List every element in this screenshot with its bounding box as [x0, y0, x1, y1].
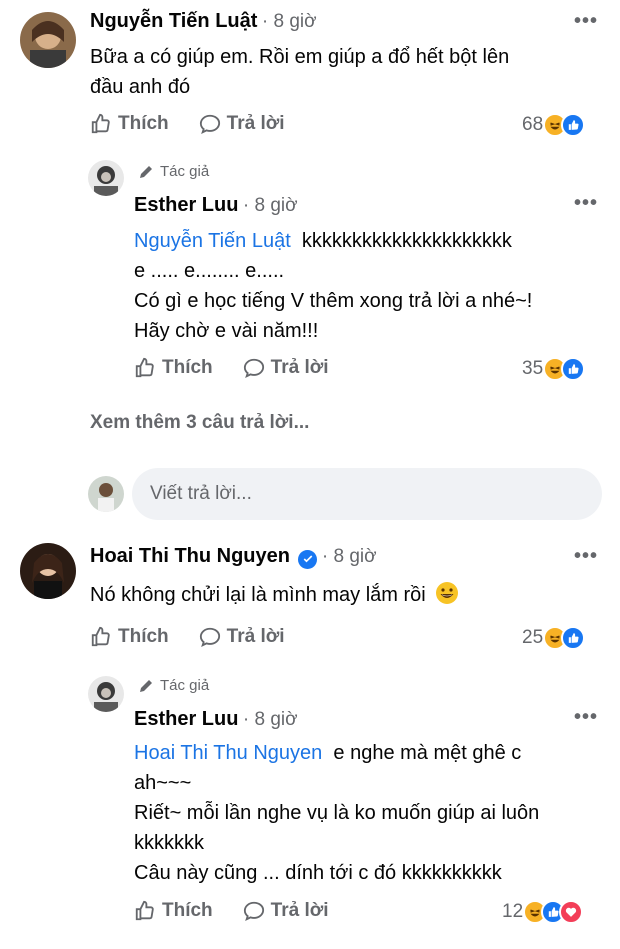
speech-bubble-icon [243, 901, 264, 921]
mention-link[interactable]: Nguyễn Tiến Luật [134, 230, 291, 252]
avatar[interactable] [88, 160, 124, 196]
author-badge: Tác giả [138, 677, 209, 694]
reaction-summary[interactable]: 12 [502, 900, 584, 924]
comment-author[interactable]: Esther Luu [134, 194, 238, 216]
like-icon [561, 357, 586, 381]
like-icon [561, 113, 586, 137]
reaction-summary[interactable]: 35 [522, 357, 586, 381]
grinning-emoji-icon [435, 581, 459, 605]
reaction-summary[interactable]: 25 [522, 626, 586, 650]
love-icon [559, 900, 584, 924]
mention-link[interactable]: Hoai Thi Thu Nguyen [134, 742, 322, 764]
more-options-icon[interactable]: ••• [574, 10, 598, 33]
thumbs-up-icon [135, 900, 154, 921]
reaction-summary[interactable]: 68 [522, 113, 586, 137]
author-badge: Tác giả [138, 163, 209, 180]
avatar[interactable] [20, 543, 76, 599]
avatar [88, 476, 124, 512]
like-button[interactable]: Thích [134, 357, 213, 379]
more-options-icon[interactable]: ••• [574, 545, 598, 568]
verified-badge-icon [298, 549, 318, 569]
thumbs-up-icon [135, 357, 154, 378]
reply-button[interactable]: Trả lời [199, 626, 285, 648]
like-button[interactable]: Thích [90, 626, 169, 648]
comment-author[interactable]: Nguyễn Tiến Luật [90, 10, 257, 32]
reply-button[interactable]: Trả lời [199, 113, 285, 135]
reply-input[interactable]: Viết trả lời... [132, 468, 602, 520]
pencil-icon [140, 165, 152, 178]
see-more-replies-link[interactable]: Xem thêm 3 câu trả lời... [90, 412, 309, 434]
speech-bubble-icon [199, 627, 220, 647]
avatar[interactable] [20, 12, 76, 68]
avatar[interactable] [88, 676, 124, 712]
speech-bubble-icon [243, 358, 264, 378]
more-options-icon[interactable]: ••• [574, 192, 598, 215]
comment-author[interactable]: Esther Luu [134, 708, 238, 730]
like-button[interactable]: Thích [134, 900, 213, 922]
comment-time[interactable]: 8 giờ [255, 709, 298, 730]
pencil-icon [140, 679, 152, 692]
reply-button[interactable]: Trả lời [243, 357, 329, 379]
comment-text: Hoai Thi Thu Nguyen e nghe mà mệt ghê c … [134, 742, 540, 884]
comment-time[interactable]: 8 giờ [334, 546, 377, 567]
comment-text: Bữa a có giúp em. Rồi em giúp a đổ hết b… [90, 46, 510, 98]
comment-author[interactable]: Hoai Thi Thu Nguyen [90, 545, 290, 567]
comment-text: Nguyễn Tiến Luật kkkkkkkkkkkkkkkkkkkkk e… [134, 230, 533, 342]
like-icon [561, 626, 586, 650]
speech-bubble-icon [199, 114, 220, 134]
thumbs-up-icon [91, 113, 110, 134]
like-button[interactable]: Thích [90, 113, 169, 135]
comment-text: Nó không chửi lại là mình may lắm rồi [90, 580, 459, 610]
more-options-icon[interactable]: ••• [574, 706, 598, 729]
comment-time[interactable]: 8 giờ [273, 11, 316, 32]
comment-time[interactable]: 8 giờ [255, 195, 298, 216]
thumbs-up-icon [91, 626, 110, 647]
reply-button[interactable]: Trả lời [243, 900, 329, 922]
